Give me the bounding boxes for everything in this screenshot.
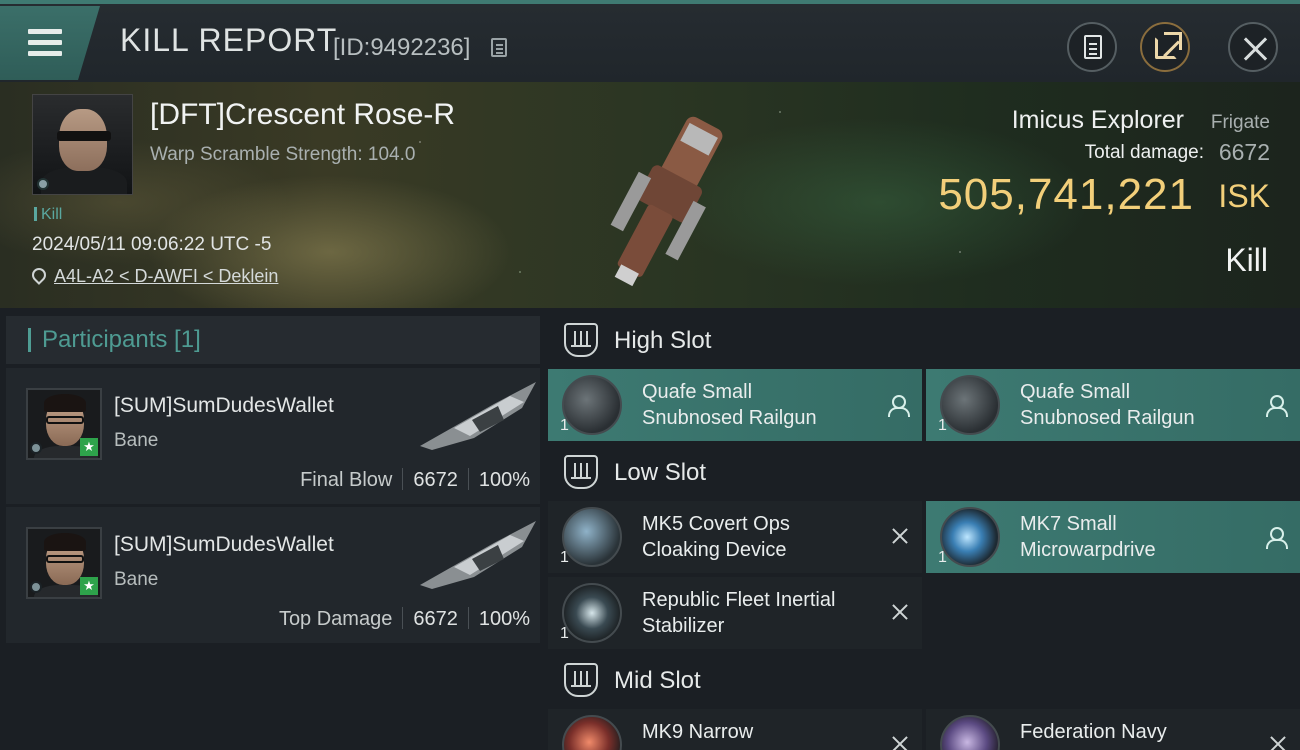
module-name: Republic Fleet Inertial [642, 589, 836, 611]
total-damage-value: 6672 [1218, 139, 1270, 165]
module-item[interactable]: 1 MK7 Small Microwarpdrive [926, 501, 1300, 573]
participants-title: Participants [1] [42, 326, 201, 353]
participants-tab[interactable]: Participants [1] [6, 316, 540, 364]
slot-title: High Slot [614, 327, 712, 354]
clipboard-icon [1084, 35, 1102, 59]
module-quantity: 1 [938, 549, 947, 566]
participant-row[interactable]: ★ [SUM]SumDudesWallet Bane Final Blow 667… [6, 368, 540, 504]
participant-role: Final Blow [300, 469, 393, 491]
avatar: ★ [26, 527, 102, 599]
kill-summary-banner: [DFT]Crescent Rose-R Warp Scramble Stren… [0, 82, 1300, 308]
participant-ship-image [420, 521, 536, 589]
participant-percent: 100% [478, 469, 530, 491]
module-item[interactable]: 1 Republic Fleet Inertial Stabilizer [548, 577, 922, 649]
participant-name: [SUM]SumDudesWallet [114, 394, 334, 417]
destroyed-icon [890, 734, 910, 750]
module-item[interactable]: 1 Quafe Small Snubnosed Railgun [926, 369, 1300, 441]
corp-badge-icon [30, 442, 42, 454]
module-name: Federation Navy [1020, 721, 1167, 743]
module-icon [940, 375, 1000, 435]
menu-button[interactable] [0, 6, 100, 80]
clipboard-button[interactable] [1067, 22, 1117, 72]
high-slot-header: High Slot [548, 311, 1300, 371]
participant-stats: Final Blow 6672 100% [300, 468, 530, 492]
copy-icon[interactable] [491, 38, 507, 57]
isk-value: 505,741,221 [938, 170, 1194, 219]
star-badge-icon: ★ [80, 438, 98, 456]
victim-name[interactable]: [DFT]Crescent Rose-R [150, 98, 455, 132]
module-name-cont: Snubnosed Railgun [1020, 407, 1195, 429]
destroyed-icon [1268, 734, 1288, 750]
participant-row[interactable]: ★ [SUM]SumDudesWallet Bane Top Damage 667… [6, 507, 540, 643]
mid-slot-header: Mid Slot [548, 651, 1300, 711]
module-item[interactable]: MK9 Narrow [548, 709, 922, 750]
module-name: MK7 Small [1020, 513, 1117, 535]
participant-percent: 100% [478, 608, 530, 630]
low-slot-header: Low Slot [548, 443, 1300, 503]
victim-ship-name[interactable]: Imicus Explorer [1012, 106, 1184, 135]
participant-damage: 6672 [413, 608, 458, 630]
module-icon [940, 715, 1000, 750]
module-name: MK9 Narrow [642, 721, 754, 743]
slot-title: Mid Slot [614, 667, 701, 694]
module-icon [562, 715, 622, 750]
isk-unit: ISK [1218, 178, 1270, 214]
module-name-cont: Cloaking Device [642, 539, 787, 561]
victim-ship-class: Frigate [1210, 112, 1270, 133]
participant-role: Top Damage [278, 608, 393, 630]
module-name-cont: Stabilizer [642, 615, 725, 637]
kill-location-link[interactable]: A4L-A2 < D-AWFI < Deklein [54, 266, 278, 287]
participant-damage: 6672 [413, 469, 458, 491]
kill-datetime: 2024/05/11 09:06:22 UTC -5 [32, 234, 272, 255]
module-icon [562, 507, 622, 567]
module-quantity: 1 [560, 625, 569, 642]
module-quantity: 1 [560, 417, 569, 434]
corp-badge-icon [30, 581, 42, 593]
module-name-cont: Snubnosed Railgun [642, 407, 817, 429]
corp-badge-icon [37, 178, 49, 190]
page-title: KILL REPORT [120, 22, 338, 58]
kill-type-label: Kill [1225, 242, 1268, 278]
module-item[interactable]: 1 MK5 Covert Ops Cloaking Device [548, 501, 922, 573]
slot-icon [564, 323, 598, 357]
pilot-icon [888, 395, 910, 417]
share-button[interactable] [1140, 22, 1190, 72]
slot-icon [564, 455, 598, 489]
star-badge-icon: ★ [80, 577, 98, 595]
participant-name: [SUM]SumDudesWallet [114, 533, 334, 556]
participant-ship: Bane [114, 569, 159, 590]
module-icon [940, 507, 1000, 567]
top-bar: KILL REPORT [ID:9492236] [0, 0, 1300, 82]
module-item[interactable]: 1 Quafe Small Snubnosed Railgun [548, 369, 922, 441]
module-icon [562, 375, 622, 435]
pilot-icon [1266, 395, 1288, 417]
module-name-cont: Microwarpdrive [1020, 539, 1156, 561]
module-quantity: 1 [560, 549, 569, 566]
victim-stat: Warp Scramble Strength: 104.0 [150, 144, 416, 165]
participant-ship-image [420, 382, 536, 450]
module-icon [562, 583, 622, 643]
pilot-icon [1266, 527, 1288, 549]
participant-stats: Top Damage 6672 100% [279, 607, 530, 631]
module-quantity: 1 [938, 417, 947, 434]
victim-portrait[interactable] [32, 94, 133, 195]
report-id: [ID:9492236] [333, 34, 471, 61]
module-item[interactable]: Federation Navy [926, 709, 1300, 750]
kill-tag: Kill [34, 206, 62, 224]
slot-icon [564, 663, 598, 697]
module-name: Quafe Small [1020, 381, 1131, 403]
module-name: Quafe Small [642, 381, 753, 403]
destroyed-icon [890, 526, 910, 546]
participant-ship: Bane [114, 430, 159, 451]
total-damage-label: Total damage: [1084, 142, 1204, 163]
slot-title: Low Slot [614, 459, 707, 486]
destroyed-icon [890, 602, 910, 622]
victim-ship-image [610, 116, 723, 287]
avatar: ★ [26, 388, 102, 460]
module-name: MK5 Covert Ops [642, 513, 790, 535]
close-button[interactable] [1228, 22, 1278, 72]
